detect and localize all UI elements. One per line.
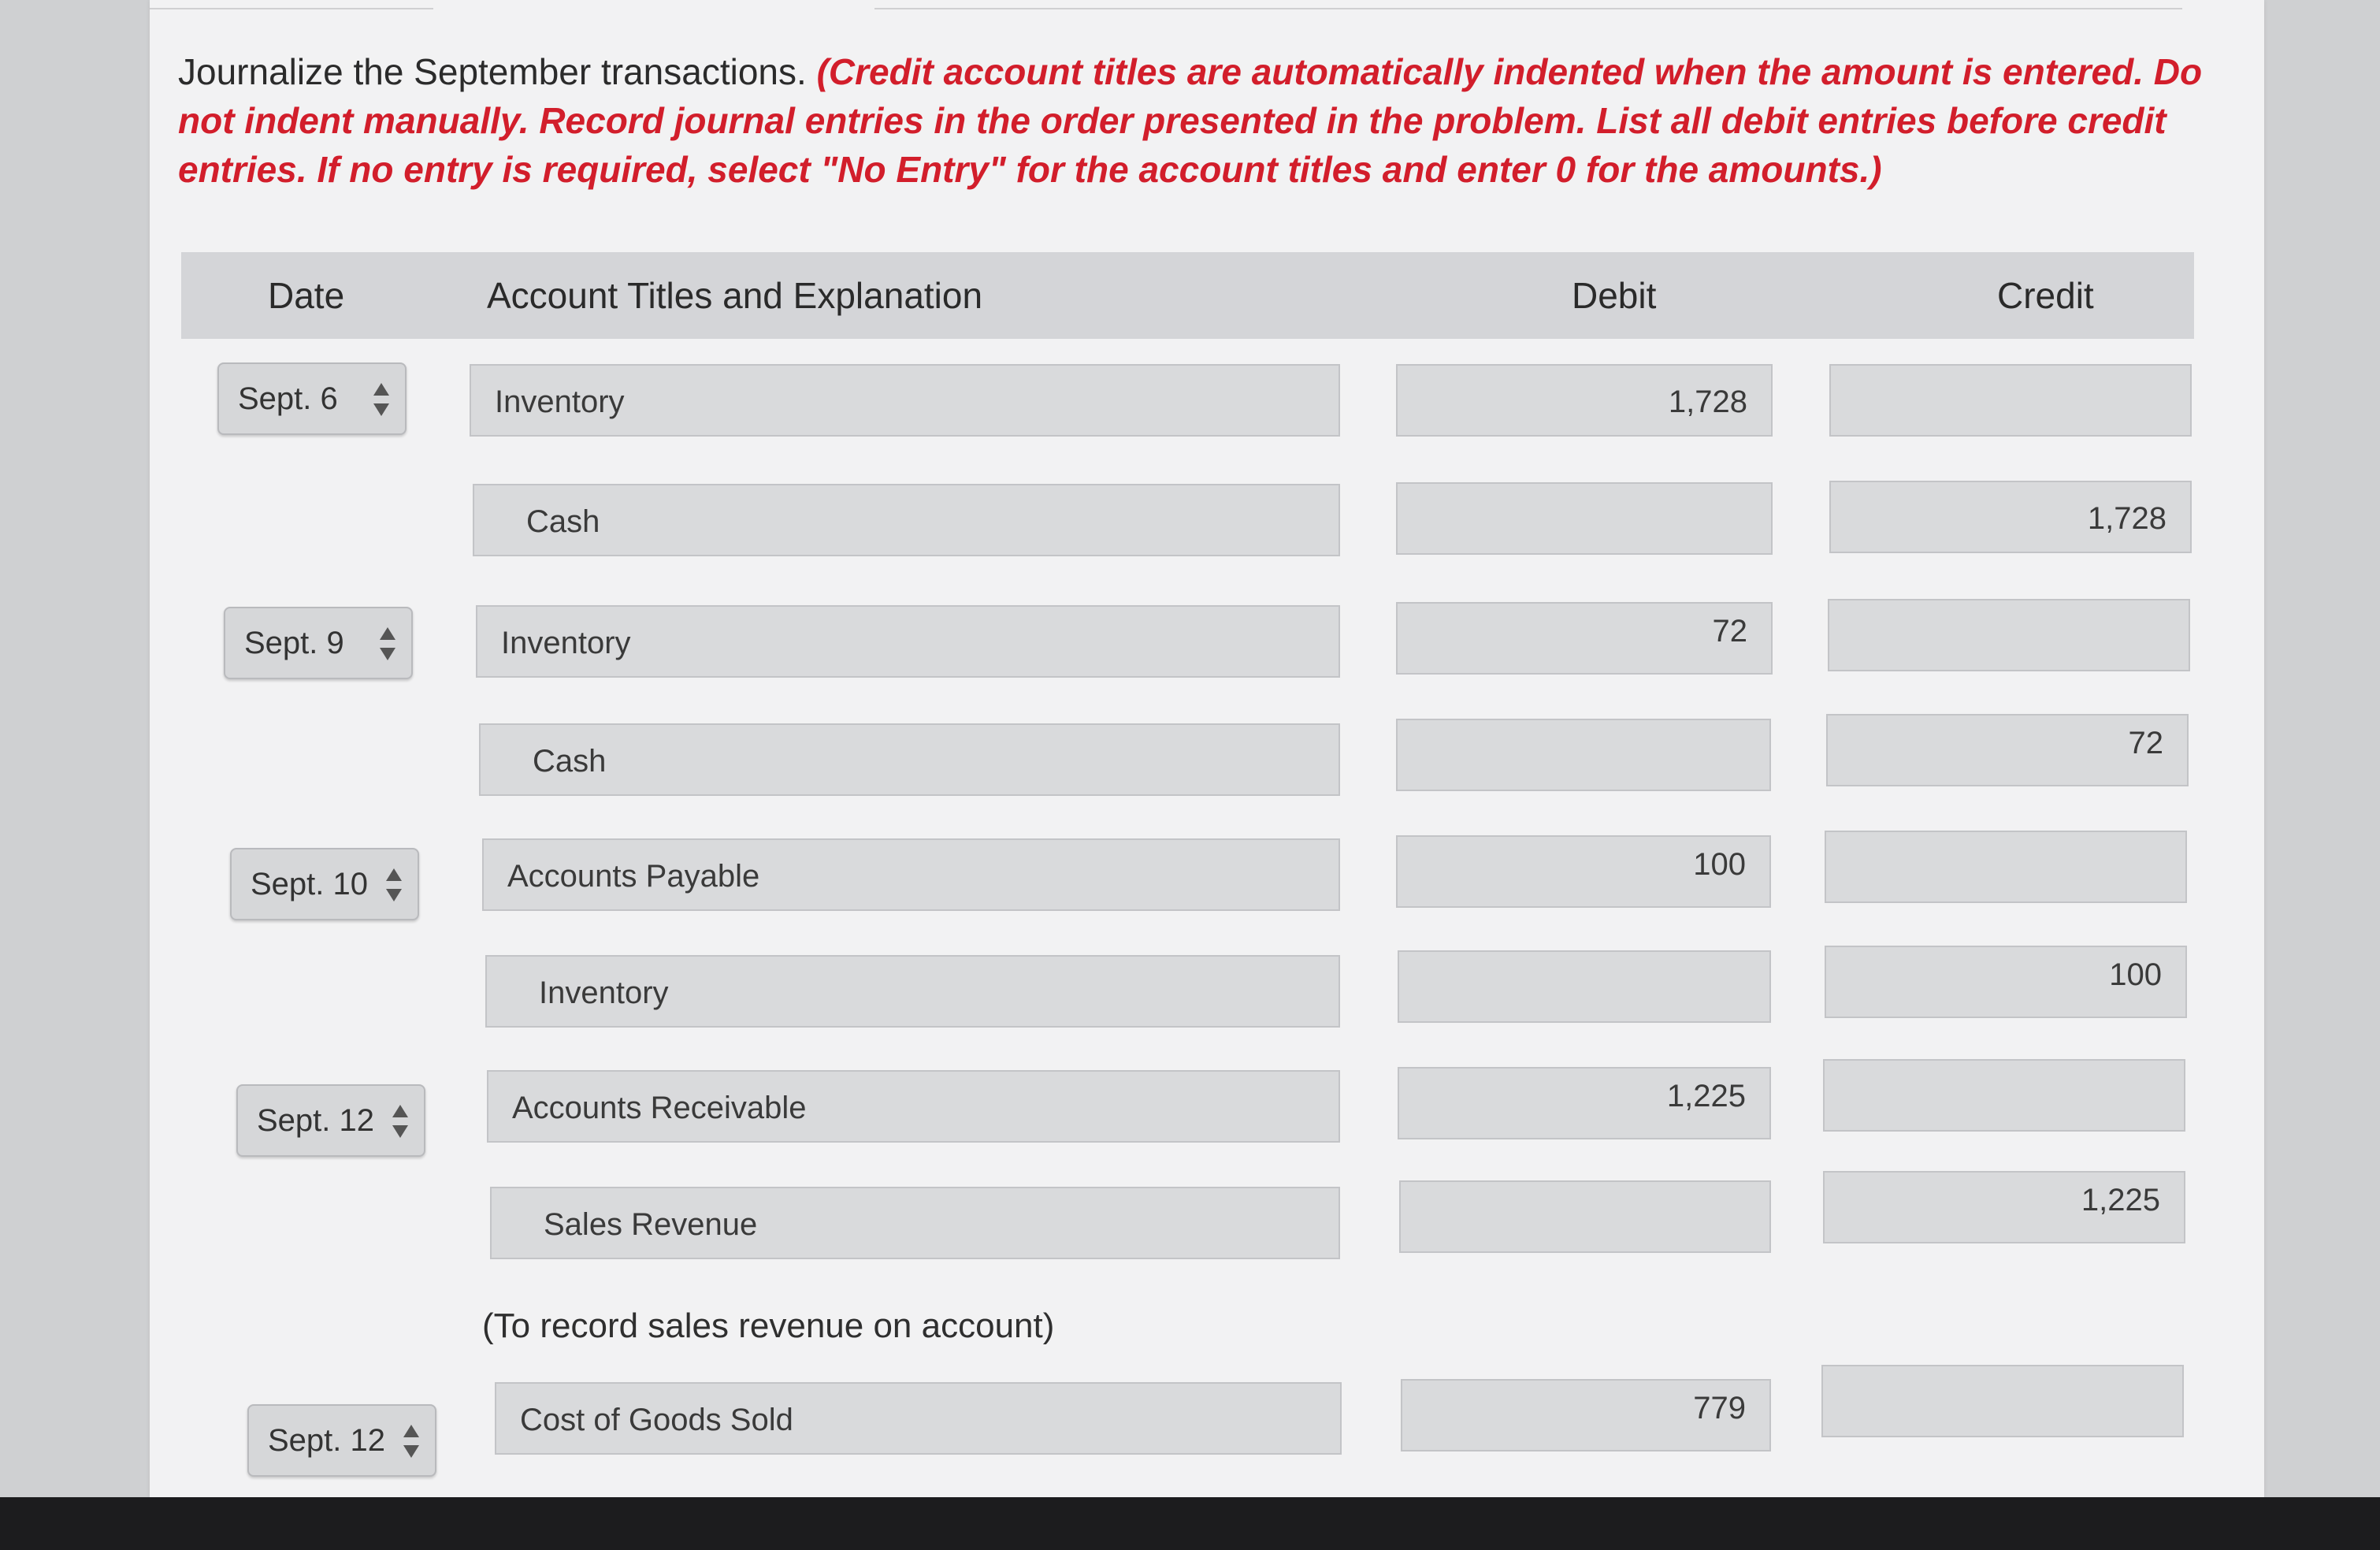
account-title-value: Cash bbox=[526, 504, 600, 539]
credit-value: 1,225 bbox=[2081, 1183, 2160, 1217]
account-title-value: Accounts Payable bbox=[507, 859, 760, 894]
sort-arrows-icon bbox=[373, 383, 389, 416]
date-select[interactable]: Sept. 6 bbox=[217, 362, 407, 435]
debit-field[interactable] bbox=[1399, 1180, 1771, 1253]
date-select[interactable]: Sept. 10 bbox=[230, 848, 419, 920]
account-title-field[interactable]: Inventory bbox=[476, 605, 1340, 678]
sort-arrows-icon bbox=[386, 868, 402, 901]
journal-table-header: Date Account Titles and Explanation Debi… bbox=[181, 252, 2194, 339]
debit-value: 1,728 bbox=[1668, 385, 1747, 419]
credit-value: 1,728 bbox=[2087, 501, 2167, 536]
account-title-value: Accounts Receivable bbox=[512, 1091, 807, 1125]
instructions: Journalize the September transactions. (… bbox=[178, 47, 2226, 194]
date-select[interactable]: Sept. 12 bbox=[247, 1404, 436, 1477]
top-tab-divider bbox=[150, 0, 433, 9]
account-title-value: Sales Revenue bbox=[544, 1207, 758, 1242]
date-select-value: Sept. 10 bbox=[251, 867, 369, 901]
date-select-value: Sept. 9 bbox=[244, 626, 344, 660]
credit-field[interactable] bbox=[1825, 831, 2187, 903]
credit-field[interactable] bbox=[1828, 599, 2190, 671]
account-title-value: Cost of Goods Sold bbox=[520, 1403, 793, 1437]
header-account-titles: Account Titles and Explanation bbox=[487, 275, 983, 316]
instructions-lead: Journalize the September transactions. bbox=[178, 51, 807, 92]
credit-field[interactable] bbox=[1829, 364, 2192, 437]
debit-value: 72 bbox=[1712, 614, 1748, 649]
debit-field[interactable]: 72 bbox=[1396, 602, 1773, 675]
account-title-field[interactable]: Sales Revenue bbox=[490, 1187, 1340, 1259]
account-title-field[interactable]: Accounts Receivable bbox=[487, 1070, 1340, 1143]
screen-bezel bbox=[0, 1497, 2380, 1550]
debit-field[interactable]: 100 bbox=[1396, 835, 1771, 908]
account-title-field[interactable]: Cash bbox=[479, 723, 1340, 796]
journal-page: Journalize the September transactions. (… bbox=[150, 0, 2264, 1497]
header-credit: Credit bbox=[1997, 275, 2094, 316]
credit-field[interactable] bbox=[1821, 1365, 2184, 1437]
credit-field[interactable]: 1,728 bbox=[1829, 481, 2192, 553]
debit-value: 1,225 bbox=[1666, 1079, 1746, 1113]
account-title-field[interactable]: Cost of Goods Sold bbox=[495, 1382, 1342, 1455]
date-select-value: Sept. 12 bbox=[268, 1423, 386, 1458]
credit-field[interactable]: 72 bbox=[1826, 714, 2189, 786]
account-title-field[interactable]: Inventory bbox=[470, 364, 1340, 437]
account-title-value: Inventory bbox=[501, 626, 631, 660]
debit-field[interactable] bbox=[1396, 482, 1773, 555]
account-title-value: Cash bbox=[533, 744, 607, 779]
sort-arrows-icon bbox=[380, 627, 395, 660]
credit-field[interactable]: 1,225 bbox=[1823, 1171, 2185, 1243]
sort-arrows-icon bbox=[392, 1105, 408, 1138]
credit-value: 72 bbox=[2128, 726, 2164, 760]
account-title-field[interactable]: Cash bbox=[473, 484, 1340, 556]
header-date: Date bbox=[268, 275, 345, 316]
sort-arrows-icon bbox=[403, 1425, 419, 1458]
debit-value: 779 bbox=[1693, 1391, 1746, 1425]
date-select-value: Sept. 6 bbox=[238, 381, 338, 416]
debit-value: 100 bbox=[1693, 847, 1746, 882]
credit-field[interactable] bbox=[1823, 1059, 2185, 1132]
credit-value: 100 bbox=[2109, 957, 2162, 992]
top-tab-divider bbox=[874, 0, 2182, 9]
debit-field[interactable] bbox=[1398, 950, 1771, 1023]
account-title-field[interactable]: Inventory bbox=[485, 955, 1340, 1028]
header-debit: Debit bbox=[1572, 275, 1657, 316]
date-select[interactable]: Sept. 9 bbox=[224, 607, 413, 679]
date-select-value: Sept. 12 bbox=[257, 1103, 375, 1138]
debit-field[interactable]: 1,225 bbox=[1398, 1067, 1771, 1139]
account-title-value: Inventory bbox=[539, 976, 669, 1010]
debit-field[interactable]: 1,728 bbox=[1396, 364, 1773, 437]
account-title-field[interactable]: Accounts Payable bbox=[482, 838, 1340, 911]
account-title-value: Inventory bbox=[495, 385, 625, 419]
entry-explanation: (To record sales revenue on account) bbox=[482, 1307, 1055, 1345]
debit-field[interactable] bbox=[1396, 719, 1771, 791]
debit-field[interactable]: 779 bbox=[1401, 1379, 1771, 1451]
credit-field[interactable]: 100 bbox=[1825, 946, 2187, 1018]
date-select[interactable]: Sept. 12 bbox=[236, 1084, 425, 1157]
